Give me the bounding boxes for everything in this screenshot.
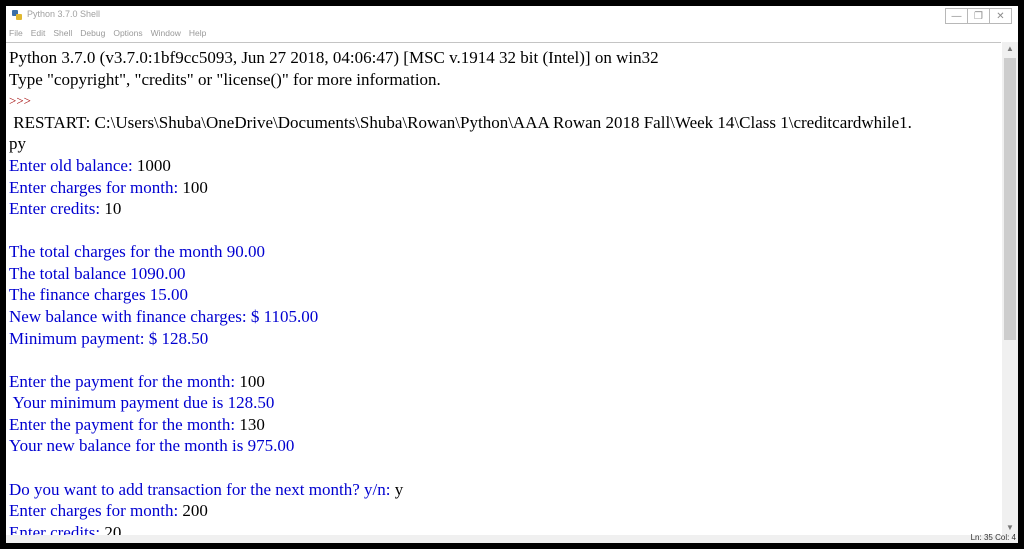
title-bar[interactable]: Python 3.7.0 Shell — ❐ ✕ [6, 6, 1018, 25]
menu-window[interactable]: Window [148, 25, 186, 41]
prompt-old-balance: Enter old balance: 1000 [9, 156, 171, 175]
cursor-position: Ln: 35 Col: 4 [971, 533, 1016, 542]
input-charges-2: 200 [182, 501, 208, 520]
shell-prompt: >>> [9, 93, 31, 108]
status-bar: Ln: 35 Col: 4 [6, 533, 1018, 543]
menu-help[interactable]: Help [186, 25, 211, 41]
restart-line-cont: py [9, 134, 26, 153]
prompt-charges-2: Enter charges for month: 200 [9, 501, 208, 520]
window-controls: — ❐ ✕ [945, 8, 1012, 24]
output-minimum-due: Your minimum payment due is 128.50 [9, 393, 275, 412]
status-line: Ln: 35 [970, 533, 993, 542]
prompt-payment: Enter the payment for the month: 100 [9, 372, 265, 391]
input-old-balance: 1000 [136, 156, 171, 175]
menu-file[interactable]: File [6, 25, 28, 41]
input-credits: 10 [104, 199, 122, 218]
menu-shell[interactable]: Shell [50, 25, 77, 41]
restart-line: RESTART: C:\Users\Shuba\OneDrive\Documen… [9, 113, 912, 132]
menu-bar: File Edit Shell Debug Options Window Hel… [6, 25, 1018, 41]
banner-line: Python 3.7.0 (v3.7.0:1bf9cc5093, Jun 27 … [9, 48, 659, 67]
output-new-month-balance: Your new balance for the month is 975.00 [9, 436, 295, 455]
python-icon [12, 10, 22, 20]
menu-options[interactable]: Options [110, 25, 147, 41]
prompt-payment-2: Enter the payment for the month: 130 [9, 415, 265, 434]
input-charges: 100 [182, 178, 208, 197]
close-button[interactable]: ✕ [989, 8, 1012, 24]
shell-text-area[interactable]: Python 3.7.0 (v3.7.0:1bf9cc5093, Jun 27 … [6, 42, 1001, 536]
input-continue: y [394, 480, 404, 499]
scroll-up-icon[interactable]: ▲ [1002, 42, 1018, 56]
input-payment: 100 [239, 372, 265, 391]
window-title: Python 3.7.0 Shell [27, 9, 101, 19]
banner-info-line: Type "copyright", "credits" or "license(… [9, 70, 441, 89]
minimize-button[interactable]: — [945, 8, 968, 24]
maximize-button[interactable]: ❐ [967, 8, 990, 24]
scrollbar-thumb[interactable] [1004, 58, 1016, 340]
vertical-scrollbar[interactable]: ▲ ▼ [1002, 42, 1018, 535]
output-finance-charges: The finance charges 15.00 [9, 285, 189, 304]
menu-debug[interactable]: Debug [77, 25, 110, 41]
input-payment-2: 130 [239, 415, 265, 434]
output-total-balance: The total balance 1090.00 [9, 264, 186, 283]
output-minimum-payment: Minimum payment: $ 128.50 [9, 329, 209, 348]
idle-shell-window: Python 3.7.0 Shell — ❐ ✕ File Edit Shell… [6, 6, 1018, 543]
menu-edit[interactable]: Edit [28, 25, 51, 41]
prompt-continue: Do you want to add transaction for the n… [9, 480, 404, 499]
prompt-credits-2: Enter credits: 20 [9, 522, 121, 536]
prompt-credits: Enter credits: 10 [9, 199, 122, 218]
output-new-balance: New balance with finance charges: $ 1105… [9, 307, 319, 326]
output-total-charges: The total charges for the month 90.00 [9, 242, 266, 261]
prompt-charges: Enter charges for month: 100 [9, 178, 208, 197]
status-col: Col: 4 [995, 533, 1016, 542]
